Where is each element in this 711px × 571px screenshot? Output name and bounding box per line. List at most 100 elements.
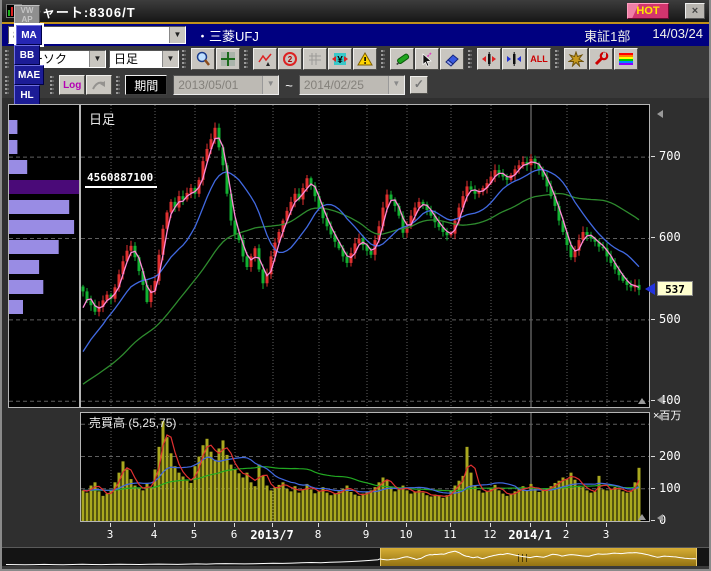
x-tick-mark — [366, 523, 367, 527]
chevron-down-icon[interactable]: ▼ — [388, 76, 404, 94]
date-label: 14/03/24 — [652, 26, 703, 45]
pane-scroll-icon[interactable] — [657, 514, 663, 522]
x-tick-mark — [110, 523, 111, 527]
toolbar-grip[interactable] — [182, 50, 186, 68]
x-axis: 34562013/7891011122014/123 — [80, 523, 650, 545]
crosshair-button[interactable] — [216, 48, 240, 70]
indicator-button-vwap[interactable]: VWAP — [14, 5, 40, 25]
quote-bar: 8306 ▼ ・三菱UFJ 東証1部 14/03/24 — [2, 24, 711, 46]
color-palette-button[interactable] — [614, 48, 638, 70]
pane-scroll-icon[interactable] — [657, 413, 663, 421]
cursor-icon — [419, 51, 435, 67]
yen-scale-button[interactable]: ¥ — [328, 48, 352, 70]
timeline-navigator[interactable] — [2, 547, 711, 566]
chevron-down-icon[interactable]: ▼ — [89, 51, 105, 67]
x-tick-mark — [272, 523, 273, 527]
draw-pen-button[interactable] — [390, 48, 414, 70]
x-axis-label: 2 — [563, 528, 570, 541]
timeframe-value[interactable]: 日足 — [110, 51, 162, 67]
last-price-arrow-icon — [645, 283, 655, 295]
toolbar-grip[interactable] — [5, 50, 9, 68]
x-axis-label: 2014/1 — [508, 528, 551, 542]
indicator-button-ma[interactable]: MA — [16, 25, 42, 45]
timeframe-overlay-label: 日足 — [89, 109, 115, 128]
pane-scroll-icon[interactable] — [657, 396, 663, 404]
svg-text:¥: ¥ — [337, 55, 343, 66]
shrink-bars-button[interactable] — [502, 48, 526, 70]
indicator-button-hl[interactable]: HL — [14, 85, 40, 105]
date-to-value[interactable]: 2014/02/25 — [300, 76, 388, 94]
pen-icon — [394, 51, 410, 67]
star-tool-button[interactable] — [564, 48, 588, 70]
volume-at-price-annotation: 4560887100 — [85, 171, 157, 188]
date-to-combo[interactable]: 2014/02/25 ▼ — [299, 75, 405, 95]
x-tick-mark — [606, 523, 607, 527]
grid-button[interactable] — [303, 48, 327, 70]
volume-profile-pane — [8, 104, 80, 408]
x-tick-mark — [490, 523, 491, 527]
price-axis: 700600500400 — [651, 104, 711, 408]
screen-2-button[interactable]: 2 — [278, 48, 302, 70]
chevron-down-icon[interactable]: ▼ — [162, 51, 178, 67]
date-from-combo[interactable]: 2013/05/01 ▼ — [173, 75, 279, 95]
trendline-button[interactable] — [253, 48, 277, 70]
volume-tick-label: 200 — [659, 449, 681, 463]
alert-button[interactable] — [353, 48, 377, 70]
window-bottom-edge — [2, 566, 711, 571]
toolbar-grip[interactable] — [244, 50, 248, 68]
market-label: 東証1部 — [584, 26, 630, 45]
timeframe-combo[interactable]: 日足 ▼ — [109, 50, 179, 68]
x-tick-mark — [194, 523, 195, 527]
chevron-down-icon[interactable]: ▼ — [262, 76, 278, 94]
x-axis-label: 4 — [151, 528, 158, 541]
log-label: Log — [63, 80, 81, 91]
jump-button[interactable] — [86, 75, 112, 95]
volume-tick-mark — [651, 456, 655, 457]
x-axis-label: 6 — [231, 528, 238, 541]
range-checkbox[interactable]: ✓ — [410, 76, 428, 94]
expand-bars-button[interactable] — [477, 48, 501, 70]
eraser-button[interactable] — [440, 48, 464, 70]
rainbow-icon — [618, 51, 634, 67]
jump-arrow-icon — [91, 77, 107, 93]
warning-icon — [357, 51, 373, 67]
x-tick-mark — [318, 523, 319, 527]
x-axis-label: 10 — [399, 528, 412, 541]
pane-scroll-icon[interactable] — [657, 110, 663, 118]
navigator-line-chart — [2, 548, 711, 567]
pane-resize-icon[interactable] — [638, 514, 646, 520]
price-tick-label: 500 — [659, 312, 681, 326]
period-button[interactable]: 期間 — [125, 75, 167, 95]
log-scale-button[interactable]: Log — [59, 75, 85, 95]
price-chart-pane[interactable]: 日足 4560887100 — [80, 104, 650, 408]
x-tick-mark — [530, 523, 531, 527]
toolbar-main: ローソク ▼ 日足 ▼ 2 ¥ — [2, 46, 711, 72]
select-cursor-button[interactable] — [415, 48, 439, 70]
volume-chart-pane[interactable]: 売買高 (5,25,75) — [80, 412, 650, 522]
candlestick-chart[interactable] — [81, 105, 649, 407]
toolbar-grip[interactable] — [381, 50, 385, 68]
x-tick-mark — [154, 523, 155, 527]
toolbar-grip[interactable] — [555, 50, 559, 68]
price-tick-label: 600 — [659, 230, 681, 244]
toolbar-grip[interactable] — [468, 50, 472, 68]
chevron-down-icon[interactable]: ▼ — [169, 27, 185, 43]
pane-resize-icon[interactable] — [638, 398, 646, 404]
x-tick-mark — [234, 523, 235, 527]
grid-icon — [307, 51, 323, 67]
zoom-button[interactable] — [191, 48, 215, 70]
show-all-button[interactable]: ALL — [527, 48, 551, 70]
close-icon[interactable]: × — [685, 3, 705, 19]
indicator-button-mae[interactable]: MAE — [14, 65, 44, 85]
x-axis-label: 5 — [191, 528, 198, 541]
indicator-button-bb[interactable]: BB — [14, 45, 40, 65]
settings-wrench-button[interactable] — [589, 48, 613, 70]
toolbar-grip[interactable] — [5, 76, 9, 94]
toolbar-grip[interactable] — [116, 76, 120, 94]
x-tick-mark — [566, 523, 567, 527]
hot-button[interactable]: HOT — [627, 3, 669, 19]
crosshair-icon — [220, 51, 236, 67]
toolbar-grip[interactable] — [50, 76, 54, 94]
hot-button-label: HOT — [636, 5, 659, 17]
date-from-value[interactable]: 2013/05/01 — [174, 76, 262, 94]
